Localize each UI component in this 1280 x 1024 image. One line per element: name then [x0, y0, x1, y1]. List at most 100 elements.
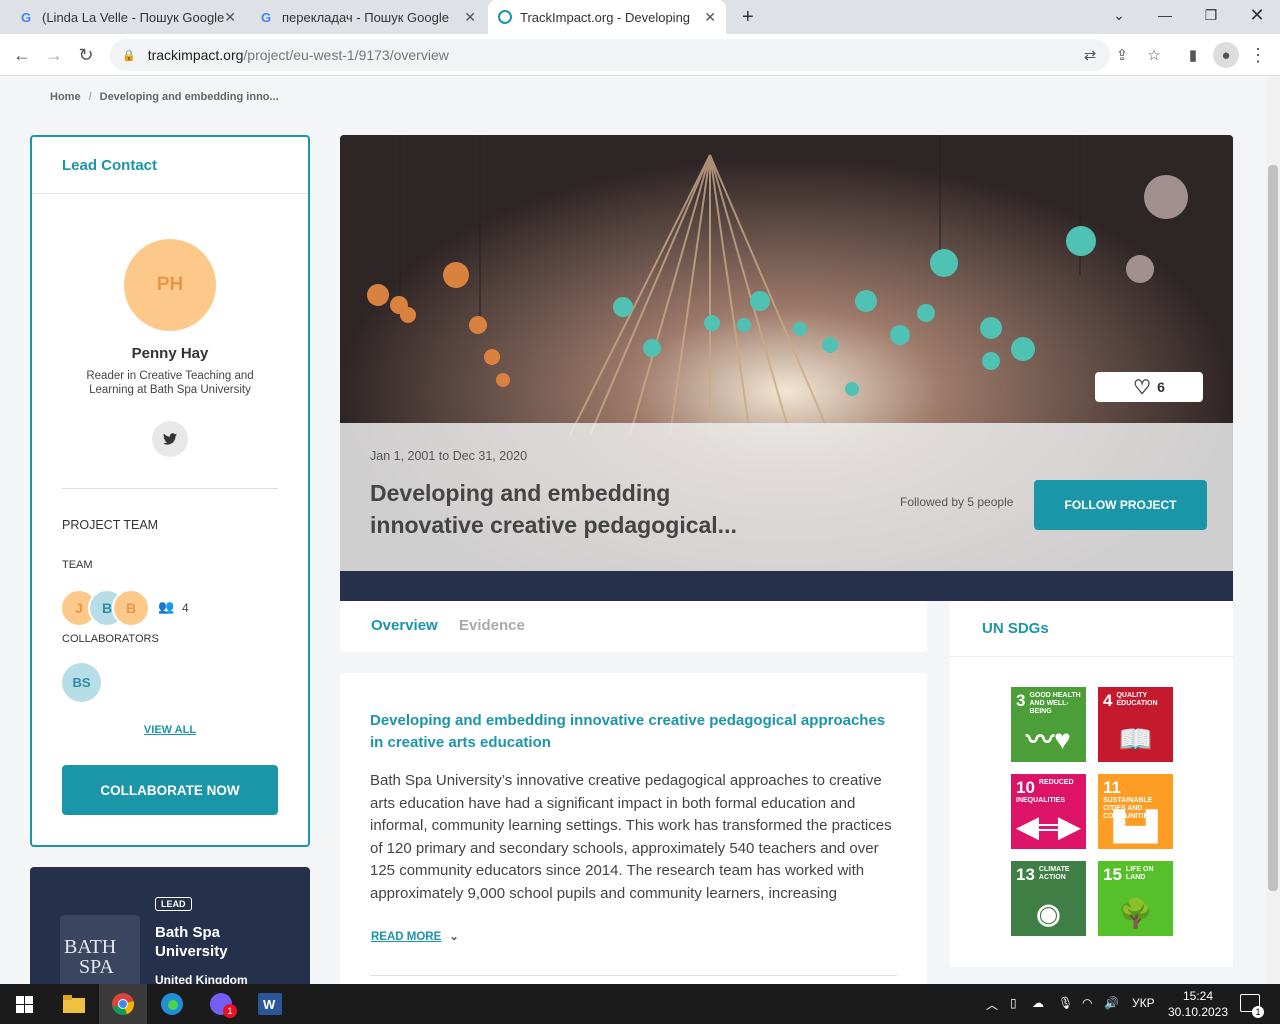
lead-organisation-card[interactable]: BATH SPAUNIVERSITY LEAD Bath Spa Univers…: [30, 867, 310, 984]
sdg-label: CLIMATE ACTION: [1038, 866, 1070, 881]
hero-bottom-strip: [340, 571, 1233, 601]
url-path: /project/eu-west-1/9173/overview: [243, 47, 449, 63]
read-more-link[interactable]: READ MORE ⌄: [371, 929, 459, 943]
divider: [370, 975, 897, 976]
sdg-label: LIFE ON LAND: [1125, 866, 1154, 881]
view-all-link[interactable]: VIEW ALL: [32, 724, 308, 736]
like-count: 6: [1157, 379, 1165, 395]
page-scrollbar[interactable]: [1266, 77, 1280, 984]
notification-count: 1: [1252, 1006, 1264, 1018]
restore-icon[interactable]: ❐: [1188, 0, 1234, 30]
book-icon: 📖: [1118, 724, 1153, 755]
window-close-icon[interactable]: ✕: [1234, 0, 1280, 30]
viber-badge: 1: [223, 1004, 237, 1018]
people-icon: 👥: [158, 599, 175, 614]
url-field[interactable]: 🔒 trackimpact.org/project/eu-west-1/9173…: [110, 39, 1110, 71]
tab-search-icon[interactable]: ⌄: [1096, 0, 1142, 30]
reload-icon[interactable]: ↻: [72, 42, 100, 68]
breadcrumb-home[interactable]: Home: [50, 91, 81, 103]
browser-tab-3[interactable]: TrackImpact.org - Developing an ✕: [488, 0, 726, 34]
follow-project-button[interactable]: FOLLOW PROJECT: [1034, 480, 1207, 530]
tab-evidence[interactable]: Evidence: [459, 617, 525, 634]
tab-title: перекладач - Пошук Google: [282, 9, 449, 25]
clock-time: 15:24: [1182, 989, 1214, 1003]
profile-icon[interactable]: ●: [1213, 42, 1239, 68]
lead-contact-heading: Lead Contact: [62, 157, 158, 174]
collaborate-now-button[interactable]: COLLABORATE NOW: [62, 765, 278, 815]
google-icon: G: [260, 9, 272, 25]
url-domain: trackimpact.org: [147, 47, 244, 63]
sdg-3-tile[interactable]: 3 GOOD HEALTH AND WELL-BEING 〰♥: [1011, 687, 1086, 762]
microphone-icon[interactable]: 🎙: [1058, 996, 1073, 1010]
windows-start-icon[interactable]: [0, 984, 48, 1024]
share-icon[interactable]: ⇪: [1109, 42, 1135, 68]
translate-icon[interactable]: ⇄: [1077, 42, 1103, 68]
sdg-10-tile[interactable]: 10 REDUCED INEQUALITIES ◀═▶: [1011, 774, 1086, 849]
side-panel-icon[interactable]: ▮: [1180, 42, 1206, 68]
collaborator-avatar[interactable]: BS: [62, 663, 101, 702]
divider: [950, 656, 1233, 657]
browser-tab-2[interactable]: G перекладач - Пошук Google ✕: [248, 0, 486, 34]
back-icon[interactable]: ←: [8, 42, 36, 68]
close-icon[interactable]: ✕: [464, 9, 476, 26]
new-tab-button[interactable]: +: [732, 0, 762, 34]
divider: [62, 488, 278, 489]
close-icon[interactable]: ✕: [224, 9, 236, 26]
read-more-label: READ MORE: [371, 931, 442, 943]
scrollbar-thumb[interactable]: [1268, 165, 1278, 891]
sdg-13-tile[interactable]: 13 CLIMATE ACTION ◉: [1011, 861, 1086, 936]
language-indicator[interactable]: УКР: [1132, 996, 1155, 1010]
heart-icon: ♡: [1133, 376, 1152, 399]
minimize-icon[interactable]: —: [1142, 0, 1188, 30]
device-icon[interactable]: ▯: [1010, 996, 1017, 1010]
project-hero: ♡ 6 Jan 1, 2001 to Dec 31, 2020 Developi…: [340, 135, 1233, 601]
collaborators-label: COLLABORATORS: [62, 633, 159, 645]
team-label: TEAM: [62, 559, 93, 571]
menu-icon[interactable]: ⋮: [1245, 42, 1271, 68]
sdg-15-tile[interactable]: 15 LIFE ON LAND 🌳: [1098, 861, 1173, 936]
sdg-number: 3: [1016, 691, 1026, 710]
browser-tab-1[interactable]: G (Linda La Velle - Пошук Google ✕: [8, 0, 246, 34]
like-button[interactable]: ♡ 6: [1095, 372, 1203, 402]
sdg-number: 13: [1016, 865, 1035, 884]
breadcrumb-current: Developing and embedding inno...: [99, 91, 279, 103]
project-description-card: Developing and embedding innovative crea…: [340, 673, 927, 984]
divider: [32, 193, 308, 194]
project-title: Developing and embedding innovative crea…: [370, 480, 737, 538]
file-explorer-icon[interactable]: [50, 984, 98, 1024]
word-icon[interactable]: W: [246, 984, 294, 1024]
google-icon: G: [20, 9, 32, 25]
forward-icon[interactable]: →: [40, 42, 68, 68]
sdg-number: 11: [1103, 778, 1121, 797]
cloud-icon[interactable]: ☁: [1032, 996, 1044, 1010]
team-member-avatar[interactable]: B: [112, 589, 150, 627]
tab-title: TrackImpact.org - Developing an: [520, 9, 690, 25]
clock[interactable]: 15:24 30.10.2023: [1160, 988, 1236, 1020]
avatar[interactable]: PH: [124, 239, 216, 331]
heartbeat-icon: 〰♥: [1026, 724, 1071, 755]
wifi-icon[interactable]: ◠: [1082, 996, 1092, 1010]
sdg-4-tile[interactable]: 4 QUALITY EDUCATION 📖: [1098, 687, 1173, 762]
organisation-name[interactable]: Bath Spa University: [155, 923, 265, 961]
breadcrumb: Home / Developing and embedding inno...: [50, 91, 279, 103]
lead-badge: LEAD: [155, 897, 192, 911]
sdg-label: QUALITY EDUCATION: [1116, 692, 1158, 707]
chevron-down-icon: ⌄: [449, 931, 459, 943]
chrome-icon[interactable]: [99, 984, 147, 1024]
volume-icon[interactable]: 🔊: [1104, 996, 1119, 1010]
viber-icon[interactable]: 1: [197, 984, 245, 1024]
sdg-11-tile[interactable]: 11 SUSTAINABLE CITIES AND COMMUNITIES ▙▟: [1098, 774, 1173, 849]
edge-icon[interactable]: [148, 984, 196, 1024]
tab-overview[interactable]: Overview: [371, 617, 438, 634]
windows-taskbar: 1 W ︿ ▯ ☁ 🎙 ◠ 🔊 УКР 15:24 30.10.2023 1: [0, 984, 1280, 1024]
sdg-label: GOOD HEALTH AND WELL-BEING: [1029, 692, 1081, 715]
lead-name[interactable]: Penny Hay: [32, 345, 308, 362]
bookmark-star-icon[interactable]: ☆: [1141, 42, 1167, 68]
close-icon[interactable]: ✕: [704, 9, 716, 26]
sdg-number: 15: [1103, 865, 1122, 884]
project-dates: Jan 1, 2001 to Dec 31, 2020: [370, 449, 528, 463]
tray-overflow-icon[interactable]: ︿: [986, 996, 998, 1013]
tab-title: (Linda La Velle - Пошук Google: [42, 9, 225, 25]
trackimpact-icon: [498, 10, 512, 24]
twitter-icon[interactable]: [152, 421, 188, 457]
